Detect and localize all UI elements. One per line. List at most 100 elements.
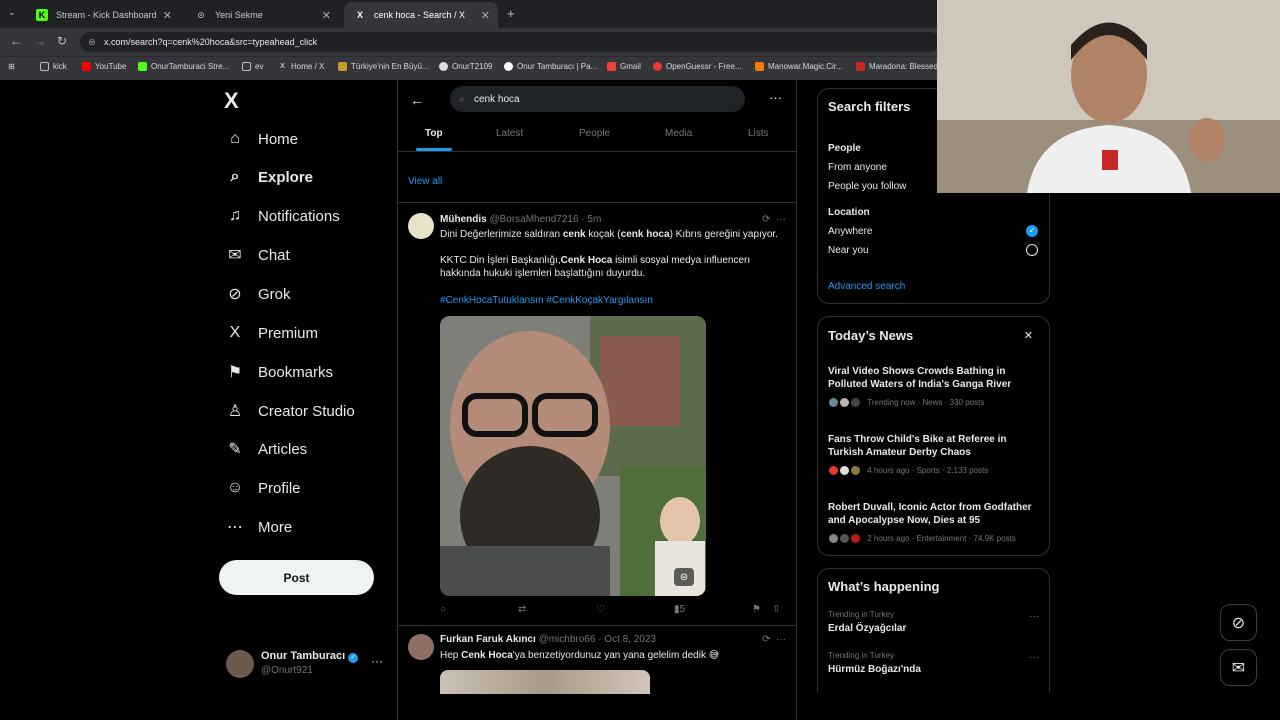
bookmark-patreon[interactable]: Onur Tamburacı | Pa... <box>504 62 597 71</box>
close-icon[interactable]: ✕ <box>1024 329 1033 342</box>
nav-label: Home <box>258 130 299 148</box>
bookmark-label: Gmail <box>620 62 641 71</box>
avatar[interactable] <box>408 213 434 239</box>
view-all-link[interactable]: View all <box>408 176 442 187</box>
address-bar[interactable]: ⊜ x.com/search?q=cenk%20hoca&src=typeahe… <box>80 32 940 52</box>
close-icon[interactable]: ✕ <box>163 9 172 22</box>
avatar <box>226 650 254 678</box>
nav-notifications[interactable]: ♫ Notifications <box>226 201 340 231</box>
bookmark-label: Maradona: Blessed... <box>869 62 945 71</box>
tweet-more-icon[interactable]: ⟳ ··· <box>762 214 786 225</box>
account-switcher[interactable]: Onur Tamburacı ✓ @Onurt921 ··· <box>226 648 386 680</box>
nav-premium[interactable]: X Premium <box>226 318 318 348</box>
avatar <box>828 465 839 476</box>
radio-unchecked-icon[interactable] <box>1026 244 1038 256</box>
tab-lists[interactable]: Lists <box>748 128 769 139</box>
filter-anywhere[interactable]: Anywhere <box>828 226 872 237</box>
home-icon: ⌂ <box>230 130 240 147</box>
tweet-author-name[interactable]: Furkan Faruk Akıncı <box>440 634 536 645</box>
x-logo-icon[interactable]: X <box>224 88 248 113</box>
tab-kick-dashboard[interactable]: K Stream - Kick Dashboard ✕ <box>26 2 180 28</box>
tab-x-search[interactable]: X cenk hoca - Search / X ✕ <box>344 2 498 28</box>
reply-icon[interactable]: ○ <box>440 604 446 615</box>
text-highlight: cenk hoca <box>620 229 670 240</box>
bookmark-maradona[interactable]: Maradona: Blessed... <box>856 62 945 71</box>
search-tabs: Top Latest People Media Lists <box>398 120 796 152</box>
nav-creator-studio[interactable]: ♙ Creator Studio <box>226 396 355 426</box>
nav-chat[interactable]: ✉ Chat <box>226 240 289 270</box>
bookmark-onurtamburaci-stream[interactable]: OnurTamburaci Stre... <box>138 62 229 71</box>
radio-checked-icon[interactable]: ✓ <box>1026 225 1038 237</box>
x-logo-icon: X <box>280 63 285 70</box>
bookmark-kick[interactable]: kick <box>40 62 67 71</box>
post-button[interactable]: Post <box>219 560 374 595</box>
nav-grok[interactable]: ⊘ Grok <box>226 279 290 309</box>
search-options-icon[interactable]: ··· <box>769 90 782 105</box>
like-icon[interactable]: ♡ <box>596 604 605 615</box>
panel-title: What’s happening <box>828 579 940 594</box>
nav-label: More <box>258 518 293 536</box>
nav-more[interactable]: ⋯ More <box>226 512 292 542</box>
nav-home[interactable]: ⌂ Home <box>226 124 298 154</box>
bookmark-ev[interactable]: ev <box>242 62 263 71</box>
search-input[interactable]: ⌕ cenk hoca <box>450 86 745 112</box>
nav-label: Bookmarks <box>258 363 334 381</box>
share-icon[interactable]: ⇧ <box>772 604 780 615</box>
back-icon[interactable]: ← <box>10 34 22 48</box>
avatar[interactable] <box>408 634 434 660</box>
bookmark-icon: ⚑ <box>227 364 243 381</box>
bookmark-manowar[interactable]: Manowar.Magic.Cir... <box>755 62 843 71</box>
bookmark-gmail[interactable]: Gmail <box>607 62 641 71</box>
retweet-icon[interactable]: ⇄ <box>518 604 526 615</box>
nav-explore[interactable]: ⌕ Explore <box>226 162 314 192</box>
filter-people-you-follow[interactable]: People you follow <box>828 181 906 192</box>
content-warning-icon[interactable]: ⊜ <box>674 568 694 586</box>
more-icon[interactable]: ··· <box>1029 611 1039 622</box>
more-icon[interactable]: ··· <box>371 654 383 668</box>
text-span: ) Kıbrıs gereğini yapıyor. <box>669 229 778 240</box>
forward-icon[interactable]: → <box>34 34 46 48</box>
nav-bookmarks[interactable]: ⚑ Bookmarks <box>226 357 333 387</box>
bookmark-icon[interactable]: ⚑ <box>752 604 761 615</box>
tweet-handle-time: @BorsaMhend7216 · 5m <box>489 214 602 225</box>
tab-people[interactable]: People <box>579 128 610 139</box>
bookmark-youtube[interactable]: YouTube <box>82 62 126 71</box>
tweet-video[interactable]: ⊜ <box>440 316 706 596</box>
reload-icon[interactable]: ↻ <box>57 34 67 48</box>
back-button[interactable]: ← <box>410 92 424 108</box>
site-info-icon[interactable]: ⊜ <box>88 37 96 48</box>
close-icon[interactable]: ✕ <box>481 9 490 22</box>
bookmark-openguessr[interactable]: OpenGuessr - Free... <box>653 62 742 71</box>
tweet-image[interactable] <box>440 670 650 694</box>
nav-label: Creator Studio <box>258 402 355 420</box>
messages-fab-button[interactable]: ✉ <box>1220 649 1257 686</box>
mail-icon: ✉ <box>1231 659 1246 677</box>
filter-near-you[interactable]: Near you <box>828 245 869 256</box>
tab-new-tab[interactable]: ⊙ Yeni Sekme ✕ <box>185 2 339 28</box>
tweet-more-icon[interactable]: ⟳ ··· <box>762 634 786 645</box>
bookmark-home-x[interactable]: X Home / X <box>278 62 324 71</box>
more-icon[interactable]: ··· <box>1029 652 1039 663</box>
bookmark-turkiye[interactable]: Türkiye'nin En Büyü... <box>338 62 429 71</box>
tab-list-icon[interactable]: ⌄ <box>8 7 16 18</box>
apps-icon[interactable]: ⊞ <box>8 62 15 71</box>
bookmark-onurt2109[interactable]: OnurT2109 <box>439 62 492 71</box>
news-meta-text: Trending now · News · 330 posts <box>867 398 985 407</box>
hashtag-links[interactable]: #CenkHocaTutuklansın #CenkKoçakYargılans… <box>440 295 653 306</box>
tweet-author-name[interactable]: Mühendis <box>440 214 487 225</box>
close-icon[interactable]: ✕ <box>322 9 331 22</box>
tab-latest[interactable]: Latest <box>496 128 523 139</box>
avatar <box>850 397 861 408</box>
nav-label: Profile <box>258 479 301 497</box>
bookmark-label: ev <box>255 62 264 71</box>
nav-articles[interactable]: ✎ Articles <box>226 434 307 464</box>
advanced-search-link[interactable]: Advanced search <box>828 281 905 292</box>
tab-top[interactable]: Top <box>425 128 443 139</box>
news-meta: Trending now · News · 330 posts <box>828 397 984 408</box>
nav-profile[interactable]: ☺ Profile <box>226 473 301 503</box>
new-tab-button[interactable]: + <box>507 6 515 21</box>
filter-from-anyone[interactable]: From anyone <box>828 162 887 173</box>
grok-fab-button[interactable]: ⊘ <box>1220 604 1257 641</box>
filter-people-label: People <box>828 143 861 154</box>
tab-media[interactable]: Media <box>665 128 692 139</box>
